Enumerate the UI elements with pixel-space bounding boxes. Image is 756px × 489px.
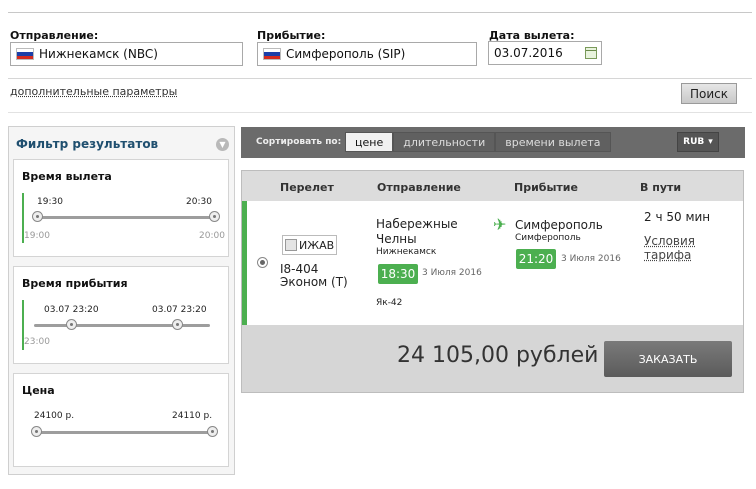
sort-label: Сортировать по: — [256, 137, 342, 147]
date-field[interactable]: 03.07.2016 — [488, 41, 602, 65]
arrival-selected-min: 03.07 23:20 — [44, 305, 99, 315]
departure-field[interactable]: Нижнекамск (NBC) — [10, 42, 243, 66]
arrival-slider-max-handle[interactable] — [172, 319, 183, 330]
total-price: 24 105,00 рублей — [397, 343, 599, 368]
form-divider — [8, 78, 752, 79]
sort-by-duration[interactable]: длительности — [393, 132, 496, 152]
sort-bar: Сортировать по: цене длительности времен… — [241, 127, 745, 158]
arrival-time-title: Время прибытия — [22, 277, 128, 290]
arrival-selected-max: 03.07 23:20 — [152, 305, 207, 315]
price-title: Цена — [22, 384, 55, 397]
sort-options: цене длительности времени вылета — [345, 132, 611, 152]
header-flight: Перелет — [280, 181, 334, 194]
price-selected-max: 24110 р. — [172, 411, 213, 421]
airline-logo-alt: ИЖАВ — [299, 238, 335, 252]
departure-date: 3 Июля 2016 — [422, 268, 482, 278]
departure-airport: Нижнекамск — [376, 247, 437, 257]
price-slider-max-handle[interactable] — [207, 426, 218, 437]
currency-dropdown[interactable]: RUB ▾ — [677, 132, 719, 152]
departure-city: Набережные Челны — [376, 217, 458, 246]
extra-params-link[interactable]: дополнительные параметры — [10, 85, 177, 98]
aircraft-type: Як-42 — [376, 298, 403, 308]
departure-label: Отправление: — [10, 29, 99, 42]
arrival-time-filter: Время прибытия 03.07 23:20 03.07 23:20 2… — [13, 266, 229, 364]
departure-time-filter: Время вылета 19:30 20:30 19:00 20:00 — [13, 159, 229, 257]
price-slider-min-handle[interactable] — [31, 426, 42, 437]
arrival-slider-track[interactable] — [34, 324, 210, 327]
arrival-slider-min-handle[interactable] — [66, 319, 77, 330]
sort-by-price[interactable]: цене — [345, 132, 394, 152]
russia-flag-icon — [16, 48, 34, 60]
price-slider-track[interactable] — [34, 431, 214, 434]
order-button[interactable]: ЗАКАЗАТЬ — [604, 341, 732, 377]
section-divider — [8, 112, 752, 113]
russia-flag-icon — [263, 48, 281, 60]
top-divider — [8, 12, 752, 13]
filter-panel: Фильтр результатов ▼ Время вылета 19:30 … — [8, 126, 235, 475]
arrival-airport: Симферополь — [515, 233, 581, 243]
departure-value: Нижнекамск (NBC) — [39, 47, 158, 61]
departure-range-max: 20:00 — [199, 231, 225, 241]
calendar-icon[interactable] — [585, 47, 597, 59]
filter-title: Фильтр результатов — [16, 137, 159, 151]
departure-slider-max-handle[interactable] — [209, 211, 220, 222]
broken-image-icon — [285, 239, 297, 251]
travel-duration: 2 ч 50 мин — [644, 210, 711, 224]
arrival-value: Симферополь (SIP) — [286, 47, 406, 61]
result-header: Перелет Отправление Прибытие В пути — [242, 171, 743, 201]
departure-time-badge: 18:30 — [378, 264, 418, 284]
date-value: 03.07.2016 — [494, 46, 563, 60]
currency-value: RUB — [683, 137, 705, 147]
airline-logo: ИЖАВ — [282, 235, 337, 255]
header-duration: В пути — [640, 181, 682, 194]
cabin-class: Эконом (T) — [280, 275, 348, 289]
sort-by-departure-time[interactable]: времени вылета — [495, 132, 611, 152]
airplane-icon: ✈ — [493, 215, 507, 234]
header-arrival: Прибытие — [514, 181, 578, 194]
departure-slider-track[interactable] — [34, 216, 218, 219]
select-flight-radio[interactable] — [257, 257, 268, 268]
flight-result-card: Перелет Отправление Прибытие В пути ИЖАВ… — [241, 170, 744, 393]
departure-selected-max: 20:30 — [186, 197, 212, 207]
departure-time-title: Время вылета — [22, 170, 112, 183]
departure-slider-min-handle[interactable] — [32, 211, 43, 222]
arrival-time-badge: 21:20 — [516, 249, 556, 269]
arrival-field[interactable]: Симферополь (SIP) — [257, 42, 477, 66]
arrival-city: Симферополь — [515, 218, 603, 232]
caret-down-icon: ▾ — [708, 137, 713, 147]
arrival-date: 3 Июля 2016 — [561, 254, 621, 264]
flight-number: I8-404 — [280, 262, 319, 276]
price-area: 24 105,00 рублей ЗАКАЗАТЬ — [242, 325, 743, 392]
departure-selected-min: 19:30 — [37, 197, 63, 207]
search-button[interactable]: Поиск — [681, 83, 737, 104]
tariff-conditions-link[interactable]: Условия тарифа — [644, 234, 743, 262]
price-filter: Цена 24100 р. 24110 р. — [13, 373, 229, 467]
departure-range-min: 19:00 — [24, 231, 50, 241]
header-departure: Отправление — [377, 181, 461, 194]
arrival-range-min: 23:00 — [24, 337, 50, 347]
selected-stripe — [242, 201, 247, 325]
chevron-down-icon[interactable]: ▼ — [216, 138, 229, 151]
price-selected-min: 24100 р. — [34, 411, 75, 421]
arrival-label: Прибытие: — [257, 29, 326, 42]
